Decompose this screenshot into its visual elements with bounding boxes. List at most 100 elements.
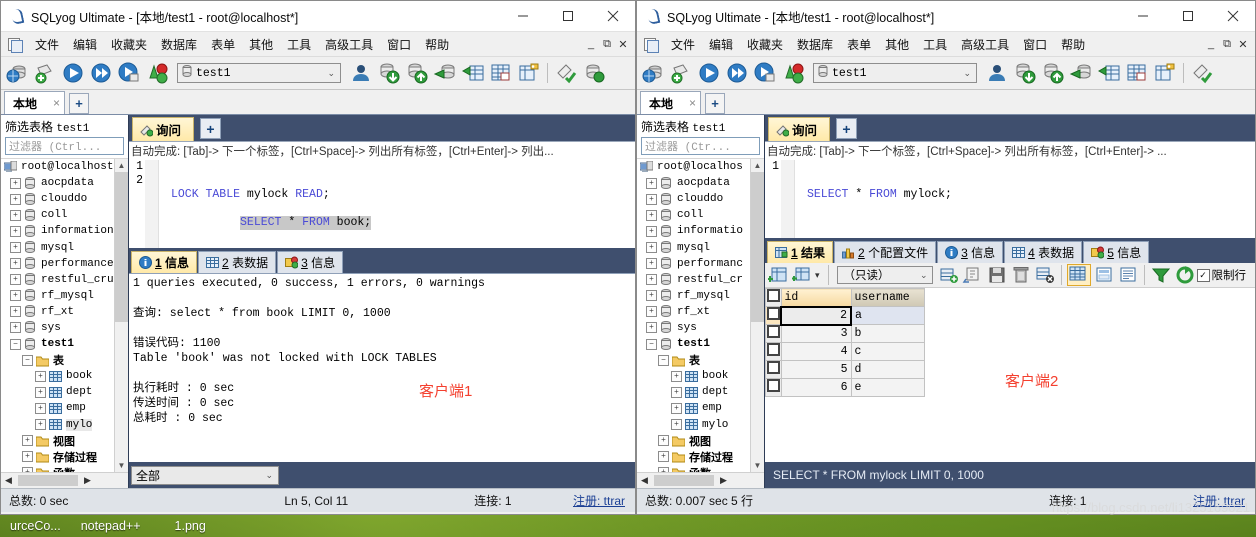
mdi-close-icon[interactable]: ✕ — [1235, 36, 1251, 52]
new-connection-tab-button[interactable]: + — [69, 93, 90, 114]
menu-tools[interactable]: 工具 — [916, 34, 954, 55]
expand-icon[interactable]: + — [10, 322, 21, 334]
tree-node-database[interactable]: + sys — [1, 320, 115, 336]
row-checkbox-cell[interactable] — [765, 306, 782, 325]
row-checkbox-cell[interactable] — [765, 378, 782, 397]
tree-node-table[interactable]: + dept — [1, 384, 115, 400]
execute-all-icon[interactable] — [724, 60, 750, 86]
menu-file[interactable]: 文件 — [28, 34, 66, 55]
table-row[interactable]: 2a — [765, 305, 925, 326]
scroll-up-icon[interactable]: ▲ — [115, 159, 128, 172]
collapse-icon[interactable]: − — [646, 338, 657, 350]
expand-icon[interactable]: + — [35, 419, 46, 431]
backup-db-icon[interactable] — [432, 60, 458, 86]
column-header-username[interactable]: username — [850, 288, 925, 307]
filter-icon[interactable] — [1150, 265, 1172, 285]
scroll-up-icon[interactable]: ▲ — [751, 159, 764, 172]
mdi-controls-right[interactable]: _ ⧉ ✕ — [1203, 36, 1255, 52]
tree-node-database[interactable]: + clouddo — [637, 191, 751, 207]
new-connection-icon[interactable] — [32, 60, 58, 86]
checkbox-icon[interactable]: ✓ — [1196, 268, 1210, 282]
expand-icon[interactable]: + — [35, 370, 46, 382]
save-icon[interactable] — [986, 265, 1008, 285]
menu-favorites[interactable]: 收藏夹 — [104, 34, 154, 55]
menu-file[interactable]: 文件 — [664, 34, 702, 55]
export-table-icon[interactable] — [1096, 60, 1122, 86]
tree-node-test1[interactable]: − test1 — [637, 336, 751, 352]
scroll-left-icon[interactable]: ◀ — [1, 475, 16, 486]
cell-username[interactable]: b — [850, 324, 925, 343]
menu-powertools[interactable]: 高级工具 — [954, 34, 1016, 55]
row-checkbox-cell[interactable] — [765, 342, 782, 361]
minimize-icon[interactable] — [500, 1, 545, 31]
scroll-right-icon[interactable]: ▶ — [716, 475, 731, 486]
mdi-minimize-icon[interactable]: _ — [1203, 36, 1219, 52]
tree-node-database[interactable]: + restful_cru — [1, 272, 115, 288]
limit-rows-toggle[interactable]: ✓ 限制行 — [1196, 267, 1246, 283]
export-data-icon[interactable] — [1040, 60, 1066, 86]
execute-current-icon[interactable] — [116, 60, 142, 86]
expand-icon[interactable]: + — [671, 386, 682, 398]
table-row[interactable]: 5d — [765, 360, 925, 379]
object-browser-right[interactable]: 筛选表格 test1 过滤器 (Ctr... root@localhos + ao… — [637, 115, 765, 488]
result-grid[interactable]: id username 2a3b4c5d6e 客户端2 — [765, 288, 1255, 462]
tree-node-database[interactable]: + informatio — [637, 223, 751, 239]
tree-node-database[interactable]: + restful_cr — [637, 272, 751, 288]
tree-node-tables-folder[interactable]: − 表 — [1, 352, 115, 368]
import-data-icon[interactable] — [1012, 60, 1038, 86]
cell-username[interactable]: d — [850, 360, 925, 379]
tree-node-procedures-folder[interactable]: + 存储过程 — [1, 449, 115, 465]
grid-insert-icon[interactable] — [767, 265, 790, 285]
tree-vertical-scrollbar[interactable]: ▲ ▼ — [750, 159, 764, 472]
mdi-controls-left[interactable]: _ ⧉ ✕ — [583, 36, 635, 52]
tree-node-database[interactable]: + coll — [1, 207, 115, 223]
mdi-minimize-icon[interactable]: _ — [583, 36, 599, 52]
import-data-icon[interactable] — [376, 60, 402, 86]
maximize-icon[interactable] — [1165, 1, 1210, 31]
expand-icon[interactable]: + — [35, 386, 46, 398]
grid-view-icon[interactable] — [1066, 264, 1091, 286]
result-grid-table[interactable]: id username 2a3b4c5d6e — [765, 288, 925, 397]
tree-node-table[interactable]: + mylo — [637, 417, 751, 433]
tree-node-database[interactable]: + mysql — [637, 239, 751, 255]
table-row[interactable]: 6e — [765, 378, 925, 397]
expand-icon[interactable]: + — [22, 435, 33, 447]
expand-icon[interactable]: + — [658, 451, 669, 463]
toolbar-left[interactable]: test1 ⌄ — [1, 57, 635, 90]
window-controls-right[interactable] — [1120, 1, 1255, 31]
query-tabs-left[interactable]: 询问 + — [129, 115, 635, 141]
minimize-icon[interactable] — [1120, 1, 1165, 31]
sqlyog-window-right[interactable]: SQLyog Ultimate - [本地/test1 - root@local… — [636, 0, 1256, 515]
result-tab-messages-5[interactable]: 5 信息 — [1083, 241, 1150, 263]
expand-icon[interactable]: + — [646, 225, 657, 237]
connection-tab-local[interactable]: 本地 × — [4, 91, 66, 114]
tree-node-functions-folder[interactable]: + 函数 — [1, 465, 115, 472]
tree-node-database[interactable]: + rf_mysql — [1, 288, 115, 304]
sqlyog-window-left[interactable]: SQLyog Ultimate - [本地/test1 - root@local… — [0, 0, 636, 515]
tree-node-database[interactable]: + coll — [637, 207, 751, 223]
menubar-left[interactable]: 文件 编辑 收藏夹 数据库 表单 其他 工具 高级工具 窗口 帮助 _ ⧉ ✕ — [1, 32, 635, 57]
cell-id[interactable]: 3 — [780, 324, 852, 343]
execute-all-icon[interactable] — [88, 60, 114, 86]
connection-tabs-right[interactable]: 本地 × + — [637, 90, 1255, 115]
tree-node-database[interactable]: + mysql — [1, 239, 115, 255]
row-checkbox-cell[interactable] — [765, 324, 782, 343]
scope-selector[interactable]: 全部 ⌄ — [131, 465, 279, 485]
expand-icon[interactable]: + — [646, 242, 657, 254]
scrollbar-thumb[interactable] — [751, 172, 764, 322]
expand-icon[interactable]: + — [10, 242, 21, 254]
tree-node-database[interactable]: + rf_xt — [1, 304, 115, 320]
expand-icon[interactable]: + — [646, 322, 657, 334]
object-browser-left[interactable]: 筛选表格 test1 过滤器 (Ctrl... root@localhost +… — [1, 115, 129, 488]
tree-node-tables-folder[interactable]: − 表 — [637, 352, 751, 368]
menu-tools[interactable]: 工具 — [280, 34, 318, 55]
expand-icon[interactable]: + — [10, 177, 21, 189]
scrollbar-thumb-h[interactable] — [654, 475, 714, 486]
row-checkbox-cell[interactable] — [765, 360, 782, 379]
status-register-link[interactable]: 注册: ttrar — [573, 492, 635, 509]
menu-others[interactable]: 其他 — [878, 34, 916, 55]
menu-help[interactable]: 帮助 — [418, 34, 456, 55]
checkbox-icon[interactable] — [766, 361, 780, 374]
tree-node-table[interactable]: + book — [637, 368, 751, 384]
new-query-tab-button[interactable]: + — [836, 118, 858, 139]
